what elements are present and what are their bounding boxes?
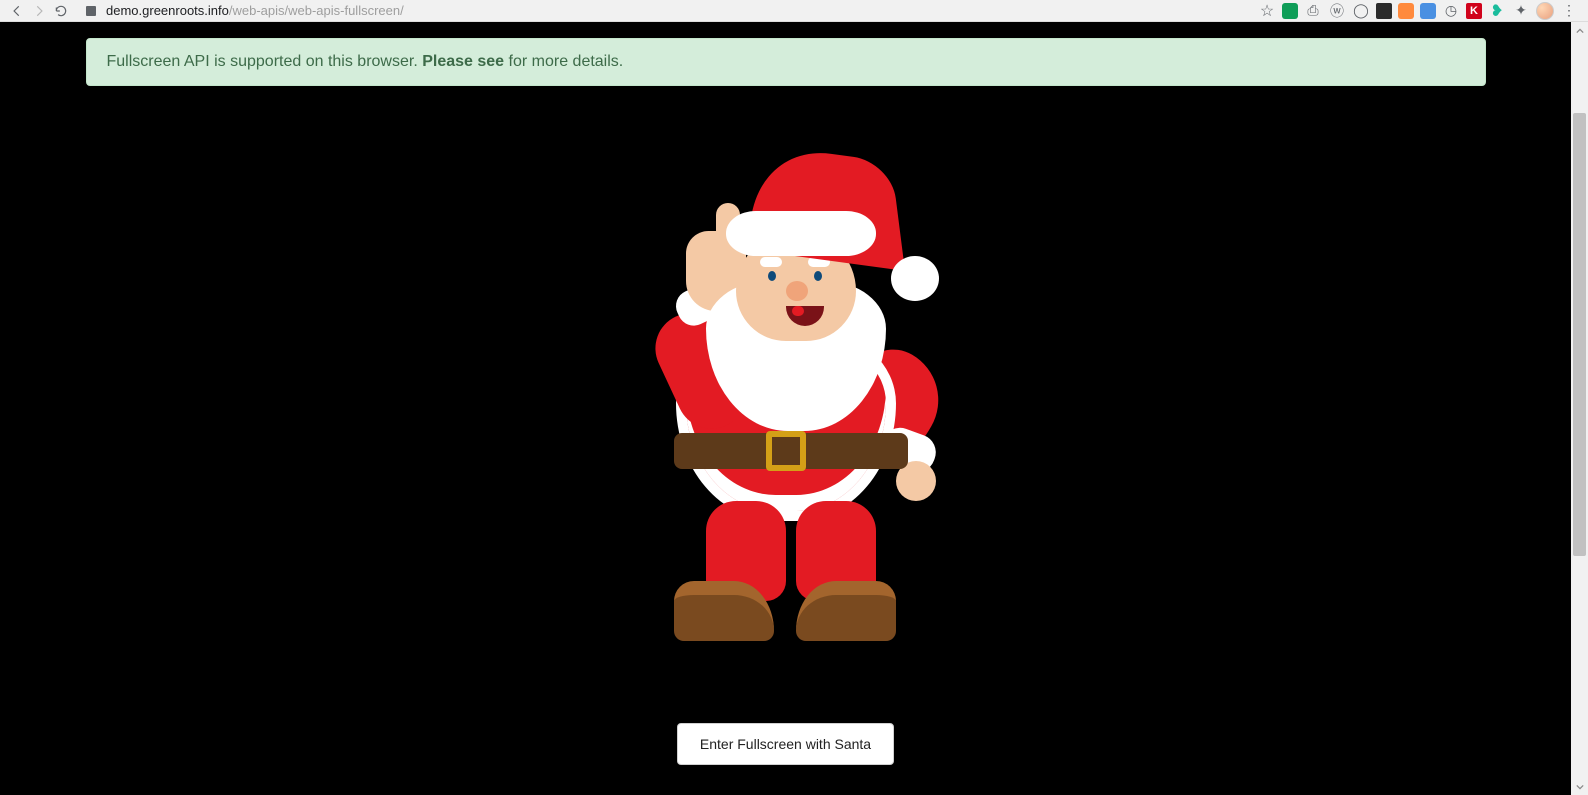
santa-claus-image: [636, 161, 936, 641]
wordpress-extension-icon[interactable]: ⓦ: [1328, 2, 1346, 20]
clock-extension-icon[interactable]: ◷: [1442, 2, 1460, 20]
address-bar[interactable]: demo.greenroots.info/web-apis/web-apis-f…: [72, 0, 1254, 21]
k-extension-icon[interactable]: K: [1466, 3, 1482, 19]
circle-extension-icon[interactable]: ◯: [1352, 2, 1370, 20]
grid-extension-icon[interactable]: [1376, 3, 1392, 19]
toolbar-actions: ☆ ⎙ ⓦ ◯ ◷ K ❥ ✦ ⋮: [1254, 2, 1582, 20]
arrow-left-icon: [10, 4, 24, 18]
browser-menu-button[interactable]: ⋮: [1560, 2, 1578, 20]
profile-avatar-icon[interactable]: [1536, 2, 1554, 20]
scroll-up-button[interactable]: [1571, 22, 1588, 39]
banner-text-before: Fullscreen API is supported on this brow…: [107, 53, 423, 70]
chevron-down-icon: [1576, 783, 1584, 791]
button-row: Enter Fullscreen with Santa: [677, 715, 894, 765]
scrollbar-track[interactable]: [1571, 39, 1588, 778]
reload-button[interactable]: [50, 0, 72, 22]
forward-button[interactable]: [28, 0, 50, 22]
back-button[interactable]: [6, 0, 28, 22]
chevron-up-icon: [1576, 27, 1584, 35]
puzzle-extension-icon[interactable]: ✦: [1512, 2, 1530, 20]
search-extension-icon[interactable]: [1420, 3, 1436, 19]
viewport: Fullscreen API is supported on this brow…: [0, 22, 1588, 795]
banner-text-after: for more details.: [504, 53, 623, 70]
browser-toolbar: demo.greenroots.info/web-apis/web-apis-f…: [0, 0, 1588, 22]
screenshot-extension-icon[interactable]: ⎙: [1304, 2, 1322, 20]
scrollbar-thumb[interactable]: [1573, 113, 1586, 556]
evernote-extension-icon[interactable]: [1282, 3, 1298, 19]
stage: [0, 86, 1571, 715]
scroll-down-button[interactable]: [1571, 778, 1588, 795]
bookmark-star-icon[interactable]: ☆: [1258, 2, 1276, 20]
url-path: /web-apis/web-apis-fullscreen/: [229, 3, 404, 18]
vertical-scrollbar[interactable]: [1571, 22, 1588, 795]
lock-icon: [86, 6, 96, 16]
reload-icon: [54, 4, 68, 18]
url-domain: demo.greenroots.info: [106, 3, 229, 18]
tag-extension-icon[interactable]: ❥: [1488, 2, 1506, 20]
swirl-extension-icon[interactable]: [1398, 3, 1414, 19]
banner-link[interactable]: Please see: [422, 53, 504, 70]
page-body: Fullscreen API is supported on this brow…: [0, 22, 1571, 795]
arrow-right-icon: [32, 4, 46, 18]
enter-fullscreen-button[interactable]: Enter Fullscreen with Santa: [677, 723, 894, 765]
support-banner: Fullscreen API is supported on this brow…: [86, 38, 1486, 86]
